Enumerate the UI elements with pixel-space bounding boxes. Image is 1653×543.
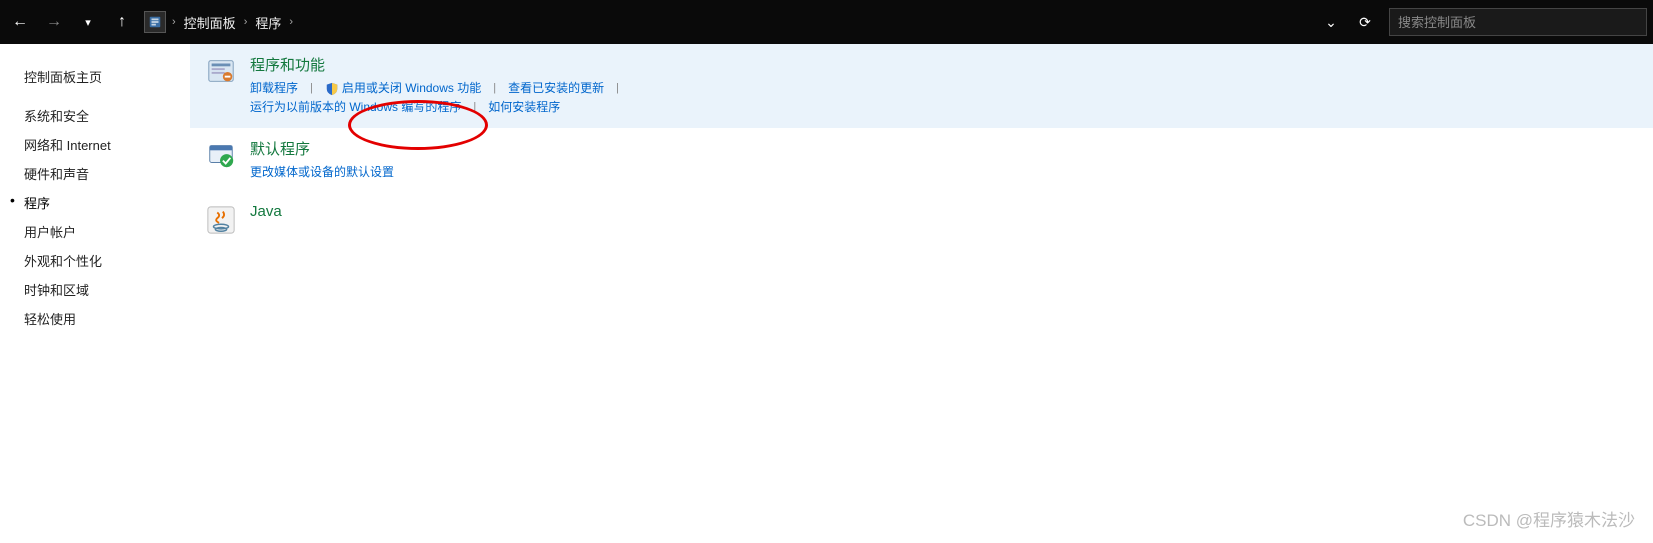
links-row: 卸载程序 | 启用或关闭 Windows 功能 | 查看已安装的更新 | (250, 78, 1637, 97)
link-divider: | (310, 82, 313, 94)
sidebar-item[interactable]: 网络和 Internet (24, 130, 190, 159)
breadcrumb-sep: › (172, 16, 176, 28)
breadcrumb[interactable]: › 控制面板 › 程序 › (172, 11, 1321, 34)
address-dropdown-icon[interactable]: ⌄ (1321, 14, 1341, 31)
sidebar-item[interactable]: 硬件和声音 (24, 159, 190, 188)
sidebar-item[interactable]: 控制面板主页 (24, 62, 190, 91)
sidebar-item[interactable]: 系统和安全 (24, 101, 190, 130)
breadcrumb-sep: › (244, 16, 248, 28)
sidebar: 控制面板主页系统和安全网络和 Internet硬件和声音程序用户帐户外观和个性化… (0, 44, 190, 543)
link-divider: | (493, 82, 496, 94)
forward-button[interactable]: → (40, 8, 68, 36)
link-divider: | (616, 82, 619, 94)
links-row: 运行为以前版本的 Windows 编写的程序 | 如何安装程序 (250, 97, 1637, 116)
link[interactable]: 更改媒体或设备的默认设置 (250, 162, 394, 181)
programs-icon (206, 56, 236, 86)
address-icon[interactable] (144, 11, 166, 33)
link[interactable]: 启用或关闭 Windows 功能 (325, 78, 481, 97)
java-icon (206, 205, 236, 235)
section-body: Java (250, 203, 1637, 235)
section: Java (190, 193, 1653, 247)
breadcrumb-item[interactable]: 控制面板 (180, 11, 240, 34)
section-title[interactable]: Java (250, 203, 1637, 220)
section-body: 程序和功能卸载程序|启用或关闭 Windows 功能|查看已安装的更新|运行为以… (250, 54, 1637, 116)
link[interactable]: 卸载程序 (250, 78, 298, 97)
links-row: 更改媒体或设备的默认设置 (250, 162, 1637, 181)
watermark: CSDN @程序猿木法沙 (1463, 506, 1635, 531)
section-title[interactable]: 默认程序 (250, 138, 1637, 159)
sidebar-item[interactable]: 轻松使用 (24, 304, 190, 333)
link[interactable]: 运行为以前版本的 Windows 编写的程序 (250, 97, 461, 116)
main-panel: 程序和功能卸载程序|启用或关闭 Windows 功能|查看已安装的更新|运行为以… (190, 44, 1653, 543)
recent-dropdown[interactable]: ▾ (74, 8, 102, 36)
section: 程序和功能卸载程序|启用或关闭 Windows 功能|查看已安装的更新|运行为以… (190, 44, 1653, 128)
refresh-icon[interactable]: ⟳ (1355, 14, 1375, 31)
link[interactable]: 如何安装程序 (488, 97, 560, 116)
back-button[interactable]: ← (6, 8, 34, 36)
titlebar: ← → ▾ ↑ › 控制面板 › 程序 › ⌄ ⟳ (0, 0, 1653, 44)
sidebar-item[interactable]: 程序 (24, 188, 190, 217)
section: 默认程序更改媒体或设备的默认设置 (190, 128, 1653, 193)
content-area: 控制面板主页系统和安全网络和 Internet硬件和声音程序用户帐户外观和个性化… (0, 44, 1653, 543)
breadcrumb-sep: › (289, 16, 293, 28)
titlebar-right: ⌄ ⟳ (1321, 8, 1653, 36)
defaults-icon (206, 140, 236, 170)
section-title[interactable]: 程序和功能 (250, 54, 1637, 75)
sidebar-item[interactable]: 时钟和区域 (24, 275, 190, 304)
search-input[interactable] (1389, 8, 1647, 36)
sidebar-item[interactable]: 用户帐户 (24, 217, 190, 246)
nav-buttons: ← → ▾ ↑ (0, 8, 142, 36)
link[interactable]: 查看已安装的更新 (508, 78, 604, 97)
sidebar-item[interactable]: 外观和个性化 (24, 246, 190, 275)
up-button[interactable]: ↑ (108, 8, 136, 36)
link-divider: | (473, 101, 476, 113)
section-body: 默认程序更改媒体或设备的默认设置 (250, 138, 1637, 181)
breadcrumb-item[interactable]: 程序 (251, 11, 285, 34)
